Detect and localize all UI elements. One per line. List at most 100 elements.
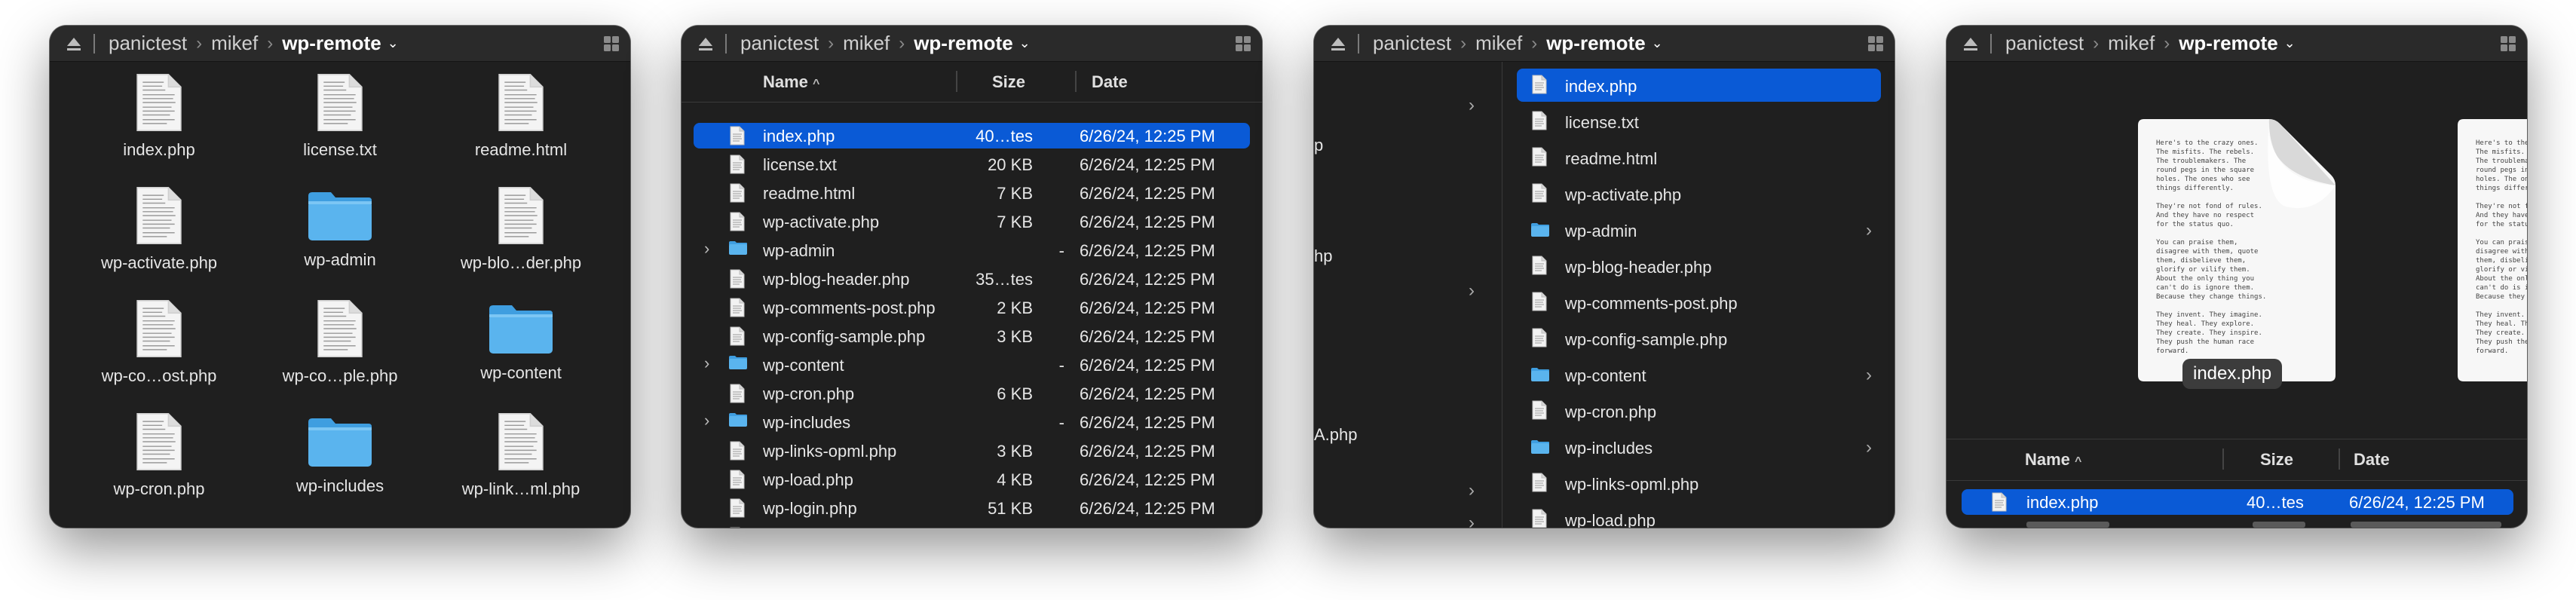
- document-icon: [498, 72, 544, 133]
- column-row-wp-load-php[interactable]: wp-load.php: [1517, 503, 1881, 528]
- breadcrumb-mikef[interactable]: mikef: [2108, 32, 2155, 55]
- column-row-wp-content[interactable]: wp-content ›: [1517, 358, 1881, 391]
- column-row-wp-config-sample-php[interactable]: wp-config-sample.php: [1517, 322, 1881, 355]
- list-row-wp-login-php[interactable]: wp-login.php 51 KB 6/26/24, 12:25 PM: [694, 495, 1250, 521]
- list-row-wp-cron-php[interactable]: wp-cron.php 6 KB 6/26/24, 12:25 PM: [694, 381, 1250, 406]
- path-bar: panictest › mikef › wp-remote ⌄: [50, 26, 630, 62]
- list-row-wp-content[interactable]: › wp-content -6/26/24, 12:25 PM: [694, 352, 1250, 378]
- icon-item-wp-co-ple-php[interactable]: wp-co…ple.php: [250, 298, 430, 386]
- column-divider[interactable]: [956, 71, 957, 92]
- column-row-index-php[interactable]: index.php: [1517, 69, 1881, 102]
- document-icon: [317, 298, 363, 359]
- column-row-wp-activate-php[interactable]: wp-activate.php: [1517, 177, 1881, 210]
- icon-item-index-php[interactable]: index.php: [69, 72, 250, 160]
- column-row-wp-admin[interactable]: wp-admin ›: [1517, 213, 1881, 246]
- view-options-icon[interactable]: [1867, 35, 1884, 52]
- breadcrumb-panictest[interactable]: panictest: [2005, 32, 2084, 55]
- list-row-wp-includes[interactable]: › wp-includes -6/26/24, 12:25 PM: [694, 409, 1250, 435]
- chevron-down-icon[interactable]: ⌄: [1019, 35, 1031, 51]
- parent-item-fragment[interactable]: hp: [1314, 246, 1332, 266]
- list-row-index-php[interactable]: index.php 40…tes 6/26/24, 12:25 PM: [694, 123, 1250, 148]
- list-row-wp-activate-php[interactable]: wp-activate.php 7 KB 6/26/24, 12:25 PM: [694, 209, 1250, 234]
- file-name: wp-blog-header.php: [1565, 258, 1712, 277]
- breadcrumb-current[interactable]: wp-remote: [914, 32, 1012, 55]
- eject-icon[interactable]: [697, 35, 715, 53]
- breadcrumb-current[interactable]: wp-remote: [1546, 32, 1645, 55]
- icon-item-wp-co-ost-php[interactable]: wp-co…ost.php: [69, 298, 250, 386]
- list-row-wp-links-opml-php[interactable]: wp-links-opml.php 3 KB 6/26/24, 12:25 PM: [694, 438, 1250, 464]
- chevron-right-icon: ›: [828, 32, 835, 54]
- column-row-wp-includes[interactable]: wp-includes ›: [1517, 430, 1881, 464]
- breadcrumb-mikef[interactable]: mikef: [211, 32, 258, 55]
- document-icon: [1992, 492, 2007, 512]
- eject-icon[interactable]: [65, 35, 83, 53]
- file-name: wp-links-opml.php: [1565, 475, 1699, 494]
- icon-item-wp-content[interactable]: wp-content: [430, 298, 611, 383]
- chevron-down-icon[interactable]: ⌄: [387, 35, 399, 51]
- chevron-down-icon[interactable]: ⌄: [1652, 35, 1663, 51]
- column-header-size[interactable]: Size: [2260, 450, 2293, 470]
- disclosure-triangle-icon[interactable]: ›: [704, 239, 709, 259]
- disclosure-triangle-icon[interactable]: ›: [704, 411, 709, 430]
- column-divider[interactable]: [1075, 71, 1077, 92]
- list-row-wp-config-sample-php[interactable]: wp-config-sample.php 3 KB 6/26/24, 12:25 P…: [694, 323, 1250, 349]
- chevron-down-icon[interactable]: ⌄: [2284, 35, 2296, 51]
- column-row-wp-blog-header-php[interactable]: wp-blog-header.php: [1517, 249, 1881, 283]
- view-options-icon[interactable]: [603, 35, 620, 52]
- column-row-readme-html[interactable]: readme.html: [1517, 141, 1881, 174]
- document-icon: [1532, 400, 1547, 420]
- column-row-wp-links-opml-php[interactable]: wp-links-opml.php: [1517, 467, 1881, 500]
- list-row-wp-admin[interactable]: › wp-admin -6/26/24, 12:25 PM: [694, 237, 1250, 263]
- column-row-wp-cron-php[interactable]: wp-cron.php: [1517, 394, 1881, 427]
- eject-icon[interactable]: [1329, 35, 1347, 53]
- folder-icon: [305, 188, 375, 243]
- column-header-name[interactable]: Name ^: [763, 72, 819, 92]
- list-row-selected[interactable]: index.php 40…tes 6/26/24, 12:25 PM: [1962, 489, 2513, 515]
- next-document-thumbnail[interactable]: Here's to the crazy ones. The misfits. T…: [2455, 116, 2527, 384]
- document-icon: [730, 126, 745, 145]
- list-row-wp-mail-php[interactable]: wp-mail.php9 KB6/26/24, 12:25 PM: [694, 524, 1250, 528]
- column-divider[interactable]: [2339, 448, 2340, 470]
- breadcrumb-panictest[interactable]: panictest: [109, 32, 187, 55]
- file-name: wp-activate.php: [1565, 185, 1682, 204]
- column-row-license-txt[interactable]: license.txt: [1517, 105, 1881, 138]
- list-row-wp-comments-post-php[interactable]: wp-comments-post.php 2 KB 6/26/24, 12:25 P…: [694, 295, 1250, 320]
- breadcrumb-mikef[interactable]: mikef: [1475, 32, 1522, 55]
- column-divider[interactable]: [2222, 448, 2224, 470]
- chevron-right-icon: ›: [1531, 32, 1538, 54]
- column-header-name[interactable]: Name ^: [2025, 450, 2081, 470]
- icon-item-wp-activate-php[interactable]: wp-activate.php: [69, 185, 250, 273]
- file-name: readme.html: [1565, 149, 1658, 168]
- list-row-wp-load-php[interactable]: wp-load.php 4 KB 6/26/24, 12:25 PM: [694, 467, 1250, 492]
- icon-item-license-txt[interactable]: license.txt: [250, 72, 430, 160]
- breadcrumb-current[interactable]: wp-remote: [2179, 32, 2277, 55]
- icon-item-wp-includes[interactable]: wp-includes: [250, 412, 430, 496]
- parent-item-fragment[interactable]: p: [1314, 136, 1323, 155]
- breadcrumb-current[interactable]: wp-remote: [282, 32, 381, 55]
- breadcrumb-mikef[interactable]: mikef: [843, 32, 890, 55]
- breadcrumb-panictest[interactable]: panictest: [1373, 32, 1451, 55]
- eject-icon[interactable]: [1962, 35, 1980, 53]
- icon-item-wp-blo-der-php[interactable]: wp-blo…der.php: [430, 185, 611, 273]
- document-preview[interactable]: Here's to the crazy ones. The misfits. T…: [2135, 116, 2339, 384]
- chevron-right-icon: ›: [2164, 32, 2170, 54]
- view-options-icon[interactable]: [1235, 35, 1251, 52]
- parent-item-fragment[interactable]: A.php: [1314, 425, 1358, 445]
- view-options-icon[interactable]: [2500, 35, 2516, 52]
- list-row-readme-html[interactable]: readme.html 7 KB 6/26/24, 12:25 PM: [694, 180, 1250, 206]
- icon-item-wp-admin[interactable]: wp-admin: [250, 185, 430, 270]
- icon-item-wp-cron-php[interactable]: wp-cron.php: [69, 412, 250, 499]
- column-header-date[interactable]: Date: [1092, 72, 1128, 92]
- file-date: 6/26/24, 12:25 PM: [1080, 155, 1215, 174]
- icon-item-readme-html[interactable]: readme.html: [430, 72, 611, 160]
- file-date: 6/26/24, 12:25 PM: [1080, 213, 1215, 231]
- icon-item-wp-link-ml-php[interactable]: wp-link…ml.php: [430, 412, 611, 499]
- column-header-size[interactable]: Size: [992, 72, 1025, 92]
- list-row-wp-blog-header-php[interactable]: wp-blog-header.php 35…tes 6/26/24, 12:25 P…: [694, 266, 1250, 292]
- column-header-date[interactable]: Date: [2354, 450, 2390, 470]
- breadcrumb-panictest[interactable]: panictest: [740, 32, 819, 55]
- disclosure-triangle-icon[interactable]: ›: [704, 354, 709, 373]
- list-row-license-txt[interactable]: license.txt 20 KB 6/26/24, 12:25 PM: [694, 152, 1250, 177]
- column-row-wp-comments-post-php[interactable]: wp-comments-post.php: [1517, 286, 1881, 319]
- file-size: -: [1058, 241, 1064, 260]
